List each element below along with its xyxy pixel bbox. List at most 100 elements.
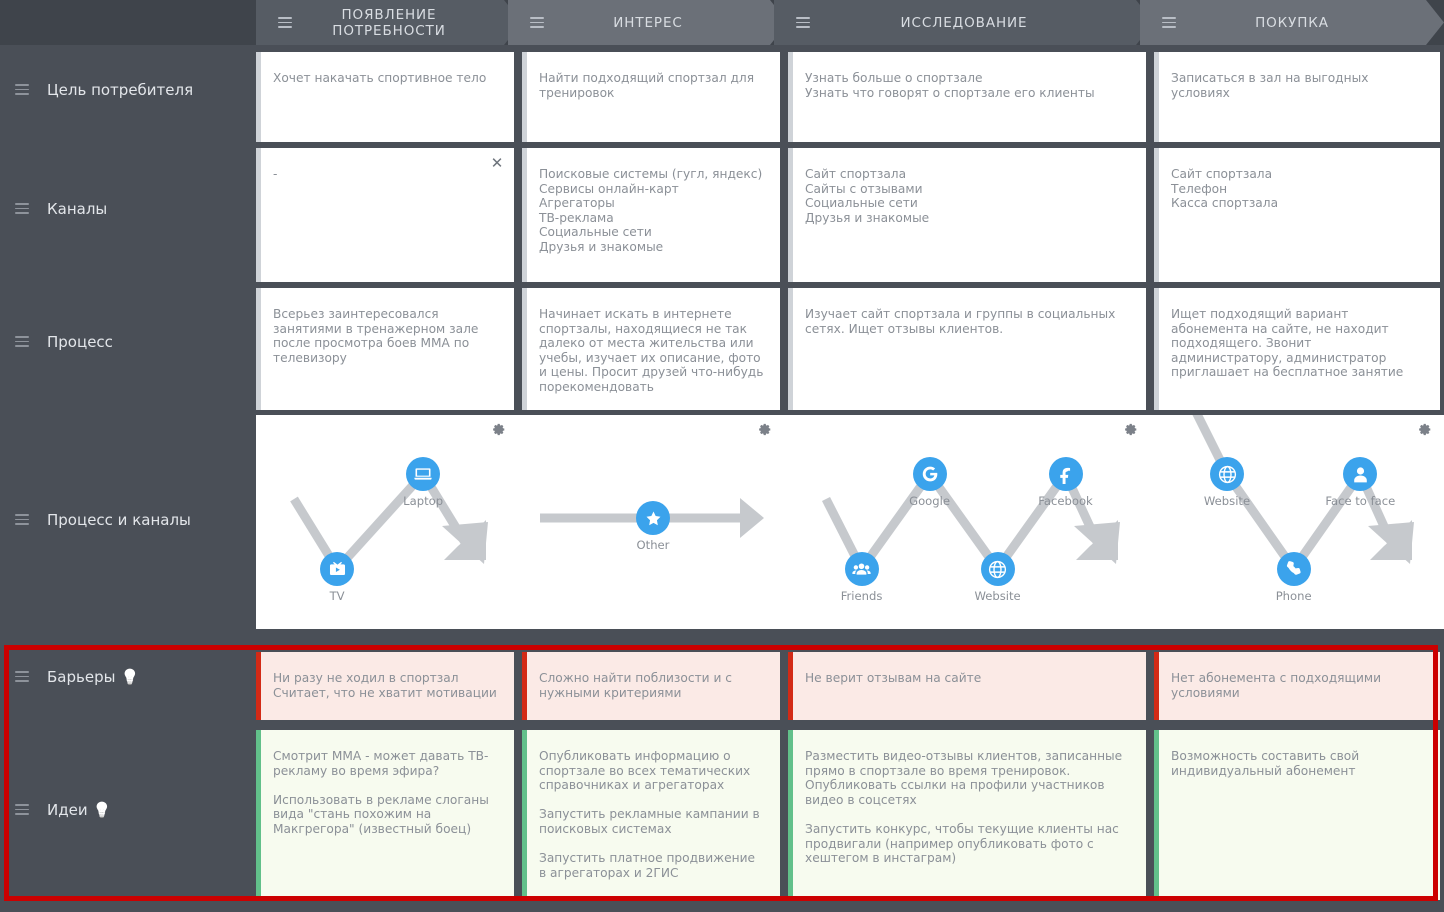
cell-accent-bar — [1154, 652, 1159, 720]
row-drag-handle-icon[interactable] — [15, 514, 29, 525]
row-drag-handle-icon[interactable] — [15, 336, 29, 347]
stage-menu-icon[interactable] — [796, 17, 810, 28]
cell-accent-bar — [788, 52, 793, 142]
cell-channels-4[interactable]: Сайт спортзала Телефон Касса спортзала — [1154, 148, 1440, 282]
cell-accent-bar — [522, 288, 527, 410]
cell-text: Ищет подходящий вариант абонемента на са… — [1171, 307, 1404, 380]
cell-ideas-4[interactable]: Возможность составить свой индивидуальны… — [1154, 730, 1440, 900]
row-label-process[interactable]: Процесс — [0, 333, 256, 351]
row-drag-handle-icon[interactable] — [15, 671, 29, 682]
flow-node-laptop-icon[interactable] — [406, 457, 441, 491]
stage-menu-icon[interactable] — [1162, 17, 1176, 28]
cell-ideas-1[interactable]: Смотрит ММА - может давать ТВ-рекламу во… — [256, 730, 514, 900]
stage-header: ПОЯВЛЕНИЕ ПОТРЕБНОСТИ ИНТЕРЕС ИССЛЕДОВАНИЕ… — [0, 0, 1444, 45]
stage-menu-icon[interactable] — [530, 17, 544, 28]
row-label-channels[interactable]: Каналы — [0, 200, 256, 218]
cell-goal-2[interactable]: Найти подходящий спортзал для тренировок — [522, 52, 780, 142]
row-label-ideas[interactable]: Идеи 💡 — [0, 801, 256, 819]
cell-text: Сайт спортзала Сайты с отзывами Социальн… — [805, 167, 930, 225]
cell-goal-4[interactable]: Записаться в зал на выгодных условиях — [1154, 52, 1440, 142]
cell-accent-bar — [522, 730, 527, 900]
stage-title: ИССЛЕДОВАНИЕ — [900, 14, 1028, 31]
flow-node-globe-icon[interactable] — [980, 552, 1015, 586]
flow-node-star-icon[interactable] — [636, 501, 670, 535]
cell-accent-bar — [1154, 148, 1159, 282]
cell-barriers-4[interactable]: Нет абонемента с подходящими условиями — [1154, 652, 1440, 720]
lightbulb-icon: 💡 — [92, 800, 112, 819]
row-label-text: Цель потребителя — [47, 81, 194, 99]
flow-panel-1: TV Laptop — [256, 415, 518, 629]
row-label-goal[interactable]: Цель потребителя — [0, 81, 256, 99]
cell-text: Всерьез заинтересовался занятиями в трен… — [273, 307, 483, 365]
cell-text: Разместить видео-отзывы клиентов, записа… — [805, 749, 1123, 866]
row-drag-handle-icon[interactable] — [15, 203, 29, 214]
cell-process-1[interactable]: Всерьез заинтересовался занятиями в трен… — [256, 288, 514, 410]
cell-ideas-3[interactable]: Разместить видео-отзывы клиентов, записа… — [788, 730, 1146, 900]
cell-accent-bar — [256, 288, 261, 410]
cell-ideas-2[interactable]: Опубликовать информацию о спортзале во в… — [522, 730, 780, 900]
gear-icon[interactable] — [1125, 421, 1138, 436]
cell-goal-1[interactable]: Хочет накачать спортивное тело — [256, 52, 514, 142]
flow-panel-3: Friends Google Website Facebook — [788, 415, 1150, 629]
flow-node-phone-icon[interactable] — [1276, 552, 1311, 586]
cell-text: Возможность составить свой индивидуальны… — [1171, 749, 1364, 778]
row-label-text: Процесс и каналы — [47, 511, 191, 529]
flow-node-label: Laptop — [403, 494, 444, 508]
stage-tab-3[interactable]: ИССЛЕДОВАНИЕ — [774, 0, 1154, 45]
cell-text: Узнать больше о спортзале Узнать что гов… — [805, 71, 1095, 100]
cell-text: Начинает искать в интернете спортзалы, н… — [539, 307, 768, 394]
cell-accent-bar — [788, 730, 793, 900]
cell-text: - — [273, 167, 278, 181]
row-label-barriers[interactable]: Барьеры 💡 — [0, 668, 256, 686]
flow-panel-2: Other — [522, 415, 784, 629]
flow-node-label: Face to face — [1325, 494, 1396, 508]
row-label-text: Процесс — [47, 333, 113, 351]
cell-accent-bar — [256, 148, 261, 282]
cell-channels-3[interactable]: Сайт спортзала Сайты с отзывами Социальн… — [788, 148, 1146, 282]
flow-panel-4: Website Phone Face to face — [1154, 415, 1444, 629]
stage-tab-2[interactable]: ИНТЕРЕС — [508, 0, 788, 45]
gear-icon[interactable] — [493, 421, 506, 436]
gear-icon[interactable] — [1419, 421, 1432, 436]
stage-tab-1[interactable]: ПОЯВЛЕНИЕ ПОТРЕБНОСТИ — [256, 0, 522, 45]
cell-text: Нет абонемента с подходящими условиями — [1171, 671, 1385, 700]
close-icon[interactable]: ✕ — [488, 154, 506, 172]
cell-accent-bar — [788, 288, 793, 410]
cell-channels-2[interactable]: Поисковые системы (гугл, яндекс) Сервисы… — [522, 148, 780, 282]
stage-menu-icon[interactable] — [278, 17, 292, 28]
cell-text: Сайт спортзала Телефон Касса спортзала — [1171, 167, 1279, 211]
stage-tab-4[interactable]: ПОКУПКА — [1140, 0, 1444, 45]
cell-barriers-1[interactable]: Ни разу не ходил в спортзал Считает, что… — [256, 652, 514, 720]
flow-node-google-icon[interactable] — [912, 457, 947, 491]
gear-icon[interactable] — [759, 421, 772, 436]
cell-barriers-2[interactable]: Сложно найти поблизости и с нужными крит… — [522, 652, 780, 720]
flow-node-facebook-icon[interactable] — [1048, 457, 1083, 491]
flow-node-label: TV — [329, 589, 345, 603]
flow-node-friends-icon[interactable] — [844, 552, 879, 586]
cell-process-3[interactable]: Изучает сайт спортзала и группы в социал… — [788, 288, 1146, 410]
journey-map-canvas: ПОЯВЛЕНИЕ ПОТРЕБНОСТИ ИНТЕРЕС ИССЛЕДОВАНИЕ… — [0, 0, 1444, 912]
flow-node-globe-icon[interactable] — [1210, 457, 1244, 491]
cell-process-4[interactable]: Ищет подходящий вариант абонемента на са… — [1154, 288, 1440, 410]
cell-accent-bar — [788, 148, 793, 282]
row-drag-handle-icon[interactable] — [15, 84, 29, 95]
cell-goal-3[interactable]: Узнать больше о спортзале Узнать что гов… — [788, 52, 1146, 142]
cell-barriers-3[interactable]: Не верит отзывам на сайте — [788, 652, 1146, 720]
flow-node-label: Google — [909, 494, 950, 508]
cell-text: Найти подходящий спортзал для тренировок — [539, 71, 758, 100]
flow-node-label: Other — [636, 538, 670, 552]
cell-channels-1[interactable]: - ✕ — [256, 148, 514, 282]
cell-text: Ни разу не ходил в спортзал Считает, что… — [273, 671, 497, 700]
lightbulb-icon: 💡 — [120, 667, 140, 686]
stage-title: ИНТЕРЕС — [613, 14, 683, 31]
cell-text: Записаться в зал на выгодных условиях — [1171, 71, 1373, 100]
row-label-text: Барьеры — [47, 668, 116, 686]
flow-node-label: Website — [974, 589, 1021, 603]
flow-node-tv-icon[interactable] — [320, 552, 355, 586]
cell-text: Смотрит ММА - может давать ТВ-рекламу во… — [273, 749, 489, 836]
row-label-flow[interactable]: Процесс и каналы — [0, 511, 256, 529]
cell-accent-bar — [256, 652, 261, 720]
stage-title: ПОЯВЛЕНИЕ ПОТРЕБНОСТИ — [332, 6, 446, 39]
row-drag-handle-icon[interactable] — [15, 804, 29, 815]
cell-process-2[interactable]: Начинает искать в интернете спортзалы, н… — [522, 288, 780, 410]
